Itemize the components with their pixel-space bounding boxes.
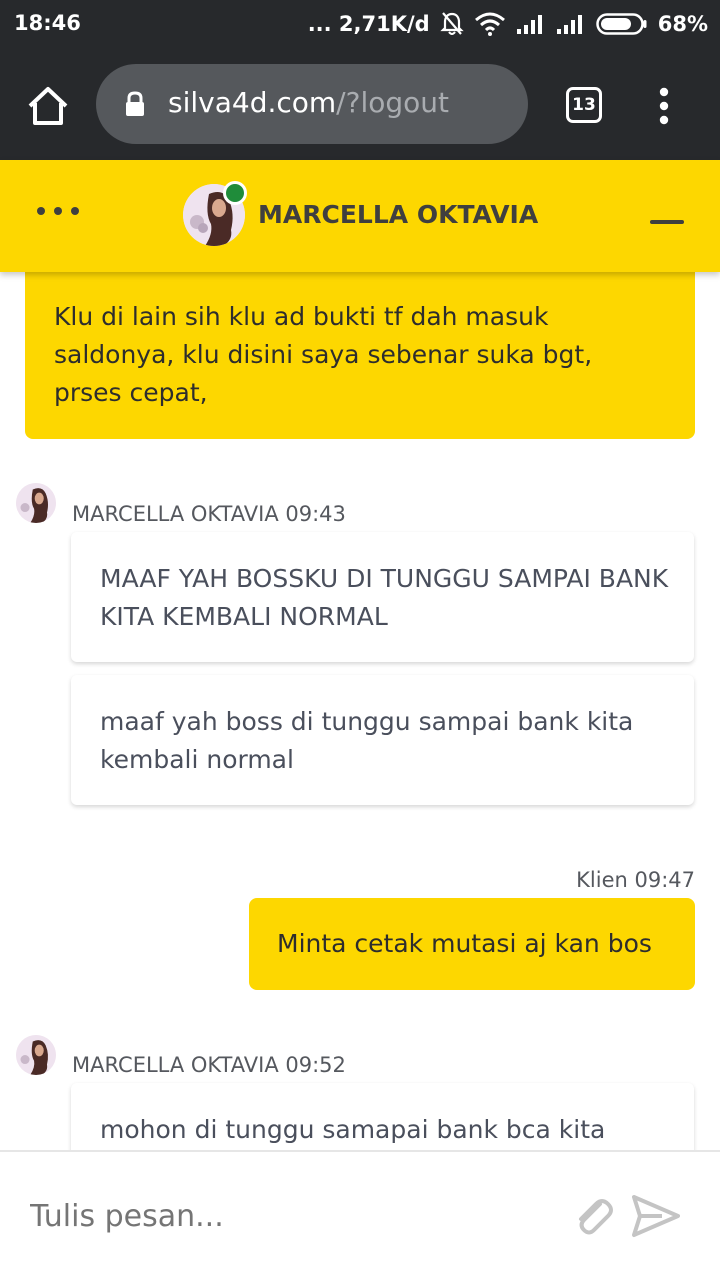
message-meta: MARCELLA OKTAVIA 09:43	[72, 502, 346, 526]
wifi-icon	[474, 12, 505, 36]
status-bar: 18:46 ... 2,71K/d 68%	[0, 0, 720, 50]
message-text: Minta cetak mutasi aj kan bos	[277, 929, 652, 958]
client-message: Klu di lain sih klu ad bukti tf dah masu…	[25, 262, 695, 439]
tab-count: 13	[572, 95, 596, 115]
battery-percent: 68%	[657, 12, 708, 36]
status-time: 18:46	[14, 11, 81, 35]
message-meta: Klien 09:47	[576, 868, 695, 892]
url-path: /?logout	[336, 86, 450, 119]
url-text: silva4d.com/?logout	[168, 86, 449, 119]
agent-message: maaf yah boss di tunggu sampai bank kita…	[71, 675, 694, 805]
signal-icon	[516, 15, 542, 34]
online-indicator	[223, 181, 247, 205]
message-input[interactable]	[30, 1194, 530, 1238]
avatar	[16, 1035, 56, 1075]
send-icon[interactable]	[632, 1194, 680, 1238]
chat-header: MARCELLA OKTAVIA	[0, 160, 720, 272]
message-text: MAAF YAH BOSSKU DI TUNGGU SAMPAI BANK KI…	[100, 564, 669, 631]
attach-icon[interactable]	[570, 1194, 616, 1240]
minimize-icon[interactable]	[650, 220, 684, 224]
message-composer	[0, 1150, 720, 1280]
message-text: maaf yah boss di tunggu sampai bank kita…	[100, 707, 634, 774]
network-speed: ... 2,71K/d	[307, 12, 430, 36]
mute-bell-icon	[440, 12, 464, 35]
address-bar[interactable]: silva4d.com/?logout	[96, 64, 528, 144]
more-vert-icon[interactable]	[652, 86, 676, 126]
home-icon[interactable]	[24, 82, 72, 130]
message-text: mohon di tunggu samapai bank bca kita	[100, 1115, 606, 1144]
more-horiz-icon[interactable]	[36, 204, 80, 218]
agent-message: MAAF YAH BOSSKU DI TUNGGU SAMPAI BANK KI…	[71, 532, 694, 662]
lock-icon	[126, 91, 144, 116]
battery-icon	[595, 13, 647, 35]
tabs-button[interactable]: 13	[566, 87, 602, 123]
url-host: silva4d.com	[168, 86, 337, 119]
message-text: Klu di lain sih klu ad bukti tf dah masu…	[54, 302, 593, 407]
browser-toolbar: silva4d.com/?logout 13	[0, 50, 720, 160]
message-meta: MARCELLA OKTAVIA 09:52	[72, 1053, 346, 1077]
status-indicators: ... 2,71K/d 68%	[308, 11, 708, 37]
client-message: Minta cetak mutasi aj kan bos	[249, 898, 695, 990]
avatar	[16, 483, 56, 523]
signal-icon	[556, 15, 582, 34]
agent-name: MARCELLA OKTAVIA	[258, 200, 539, 229]
